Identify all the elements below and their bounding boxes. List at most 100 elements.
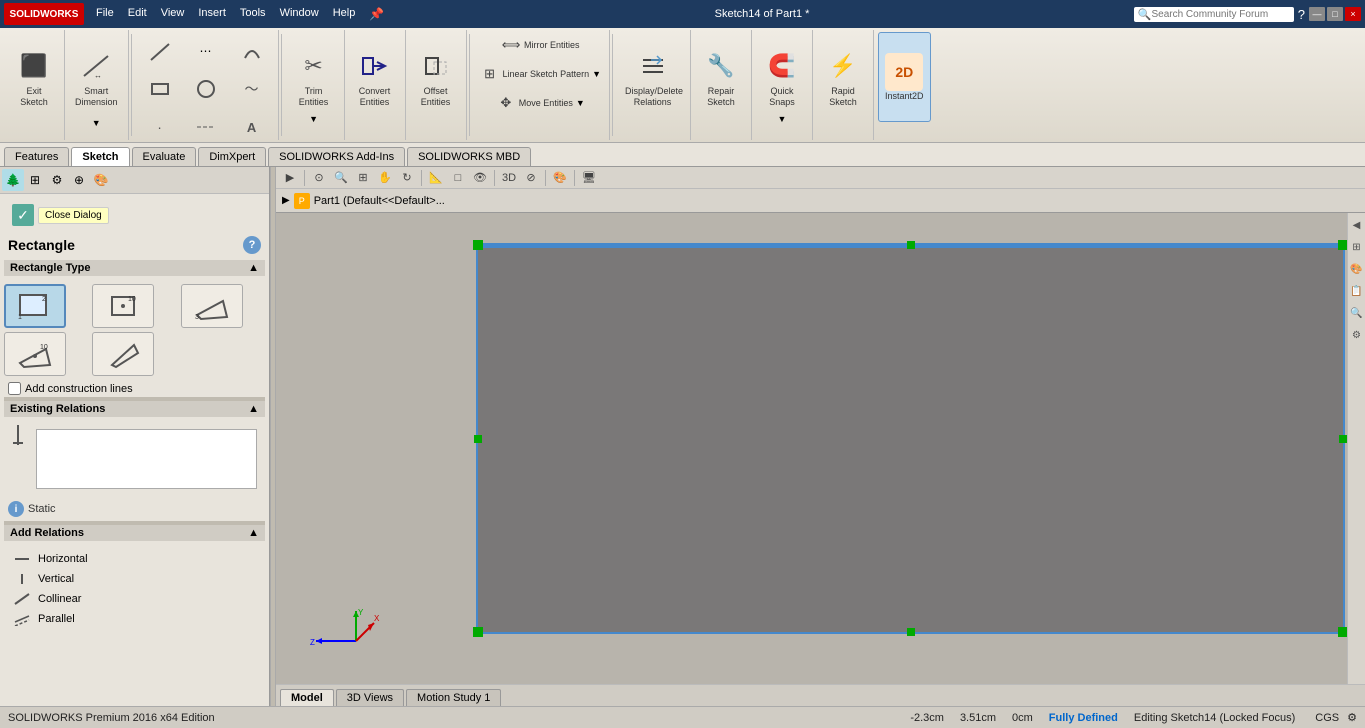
ok-button[interactable]: ✓ <box>12 204 34 226</box>
hide-show-button[interactable]: 👁 <box>470 169 490 187</box>
draw-tools-row1: ⋯ <box>138 32 274 70</box>
menu-window[interactable]: Window <box>274 5 325 23</box>
add-construction-checkbox[interactable] <box>8 382 21 395</box>
parallelogram-button[interactable] <box>92 332 154 376</box>
tab-3d-views[interactable]: 3D Views <box>336 689 404 706</box>
rapid-sketch-button[interactable]: ⚡ RapidSketch <box>817 32 869 122</box>
minimize-button[interactable]: — <box>1309 7 1325 21</box>
menu-file[interactable]: File <box>90 5 120 23</box>
circle-tool-button[interactable] <box>184 70 228 108</box>
question-icon[interactable]: ? <box>1298 7 1305 22</box>
trim-dropdown[interactable]: ▼ <box>309 114 318 124</box>
repair-sketch-button[interactable]: 🔧 RepairSketch <box>695 32 747 122</box>
three-pt-center-button[interactable]: 10 <box>4 332 66 376</box>
corner-rect-button[interactable]: 1 2 <box>4 284 66 328</box>
monitor-button[interactable]: 🖥 <box>579 169 599 187</box>
trim-entities-button[interactable]: ✂ TrimEntities <box>288 32 340 122</box>
vertical-relation-item[interactable]: Vertical <box>8 569 261 589</box>
parallel-relation-item[interactable]: Parallel <box>8 609 261 629</box>
smart-dim-dropdown[interactable]: ▼ <box>92 118 101 128</box>
instant2d-icon: 2D <box>885 53 923 91</box>
zoom-all-button[interactable]: ⊙ <box>309 169 329 187</box>
zoom-selection-button[interactable]: 🔍 <box>331 169 351 187</box>
tab-solidworks-mbd[interactable]: SOLIDWORKS MBD <box>407 147 531 166</box>
tab-sketch[interactable]: Sketch <box>71 147 129 166</box>
right-expand-icon[interactable]: ◀ <box>1349 217 1365 233</box>
menu-help[interactable]: Help <box>327 5 362 23</box>
mirror-entities-button[interactable]: ⟺ Mirror Entities <box>497 32 584 58</box>
tab-solidworks-addins[interactable]: SOLIDWORKS Add-Ins <box>268 147 405 166</box>
display-delete-button[interactable]: Display/DeleteRelations <box>619 32 686 122</box>
feature-tree-icon[interactable]: 🌲 <box>2 169 24 191</box>
point-tool-button[interactable]: · <box>138 108 182 146</box>
tab-dimxpert[interactable]: DimXpert <box>198 147 266 166</box>
quick-snaps-button[interactable]: 🧲 QuickSnaps <box>756 32 808 122</box>
line-tool-button[interactable] <box>138 32 182 70</box>
offset-entities-button[interactable]: OffsetEntities <box>410 32 462 122</box>
main-toolbar: ⬛ ExitSketch ↔ SmartDimension ▼ <box>0 28 1365 143</box>
menu-view[interactable]: View <box>155 5 191 23</box>
dim-xpert-icon[interactable]: ⊕ <box>68 169 90 191</box>
tab-model[interactable]: Model <box>280 689 334 706</box>
right-icon-4[interactable]: 🔍 <box>1349 305 1365 321</box>
pan-button[interactable]: ✋ <box>375 169 395 187</box>
arc-tool-button[interactable] <box>230 32 274 70</box>
pin-icon[interactable]: 📌 <box>363 5 390 23</box>
tab-motion-study[interactable]: Motion Study 1 <box>406 689 501 706</box>
smart-sketch-dropdown[interactable]: ⋯ <box>184 32 228 70</box>
sketch-viewport <box>476 243 1345 634</box>
appearance-button[interactable]: 🎨 <box>550 169 570 187</box>
linear-dropdown[interactable]: ▼ <box>592 69 601 79</box>
display-style-button[interactable]: □ <box>448 169 468 187</box>
help-button[interactable]: ? <box>243 236 261 254</box>
menu-tools[interactable]: Tools <box>234 5 272 23</box>
search-input[interactable] <box>1151 9 1281 20</box>
move-dropdown[interactable]: ▼ <box>576 98 585 108</box>
instant2d-button[interactable]: 2D Instant2D <box>878 32 931 122</box>
three-pt-corner-button[interactable]: 3 <box>181 284 243 328</box>
right-icon-2[interactable]: 🎨 <box>1349 261 1365 277</box>
smart-dimension-button[interactable]: ↔ SmartDimension <box>69 32 124 122</box>
menu-edit[interactable]: Edit <box>122 5 153 23</box>
property-manager-icon[interactable]: ⊞ <box>24 169 46 191</box>
appearance-icon[interactable]: 🎨 <box>90 169 112 191</box>
search-box[interactable]: 🔍 <box>1134 7 1294 22</box>
centerline-button[interactable] <box>184 108 228 146</box>
mid-marker-right <box>1339 435 1347 443</box>
convert-label: ConvertEntities <box>359 86 391 108</box>
rotate-button[interactable]: ↻ <box>397 169 417 187</box>
menu-insert[interactable]: Insert <box>192 5 232 23</box>
view-3d-button[interactable]: 3D <box>499 169 519 187</box>
section-view-button[interactable]: ⊘ <box>521 169 541 187</box>
maximize-button[interactable]: □ <box>1327 7 1343 21</box>
config-manager-icon[interactable]: ⚙ <box>46 169 68 191</box>
zoom-area-button[interactable]: ⊞ <box>353 169 373 187</box>
right-icon-1[interactable]: ⊞ <box>1349 239 1365 255</box>
canvas-main[interactable]: Z Y X ◀ ⊞ 🎨 📋 🔍 ⚙ <box>276 213 1365 684</box>
tab-evaluate[interactable]: Evaluate <box>132 147 197 166</box>
units-settings-icon[interactable]: ⚙ <box>1347 711 1357 724</box>
move-entities-button[interactable]: ✥ Move Entities ▼ <box>492 90 589 116</box>
horizontal-relation-item[interactable]: Horizontal <box>8 549 261 569</box>
right-icon-3[interactable]: 📋 <box>1349 283 1365 299</box>
collinear-relation-item[interactable]: Collinear <box>8 589 261 609</box>
collinear-label: Collinear <box>38 593 81 605</box>
rect-tool-button[interactable] <box>138 70 182 108</box>
rect-type-collapse[interactable]: ▲ <box>248 262 259 274</box>
add-relations-collapse[interactable]: ▲ <box>248 527 259 539</box>
tree-expand-button[interactable]: ▶ <box>282 195 290 206</box>
exit-sketch-button[interactable]: ⬛ ExitSketch <box>8 32 60 122</box>
close-button[interactable]: × <box>1345 7 1361 21</box>
toolbar-group-dimension: ↔ SmartDimension ▼ <box>65 30 129 140</box>
snaps-dropdown[interactable]: ▼ <box>778 114 787 124</box>
center-rect-button[interactable]: 10 <box>92 284 154 328</box>
right-icon-5[interactable]: ⚙ <box>1349 327 1365 343</box>
convert-entities-button[interactable]: ConvertEntities <box>349 32 401 122</box>
expand-left-button[interactable]: ▶ <box>280 169 300 187</box>
view-orientations-button[interactable]: 📐 <box>426 169 446 187</box>
linear-pattern-button[interactable]: ⊞ Linear Sketch Pattern ▼ <box>476 61 605 87</box>
text-tool-button[interactable]: A <box>230 108 274 146</box>
existing-relations-collapse[interactable]: ▲ <box>248 403 259 415</box>
spline-tool-button[interactable]: 〜 <box>230 70 274 108</box>
tab-features[interactable]: Features <box>4 147 69 166</box>
